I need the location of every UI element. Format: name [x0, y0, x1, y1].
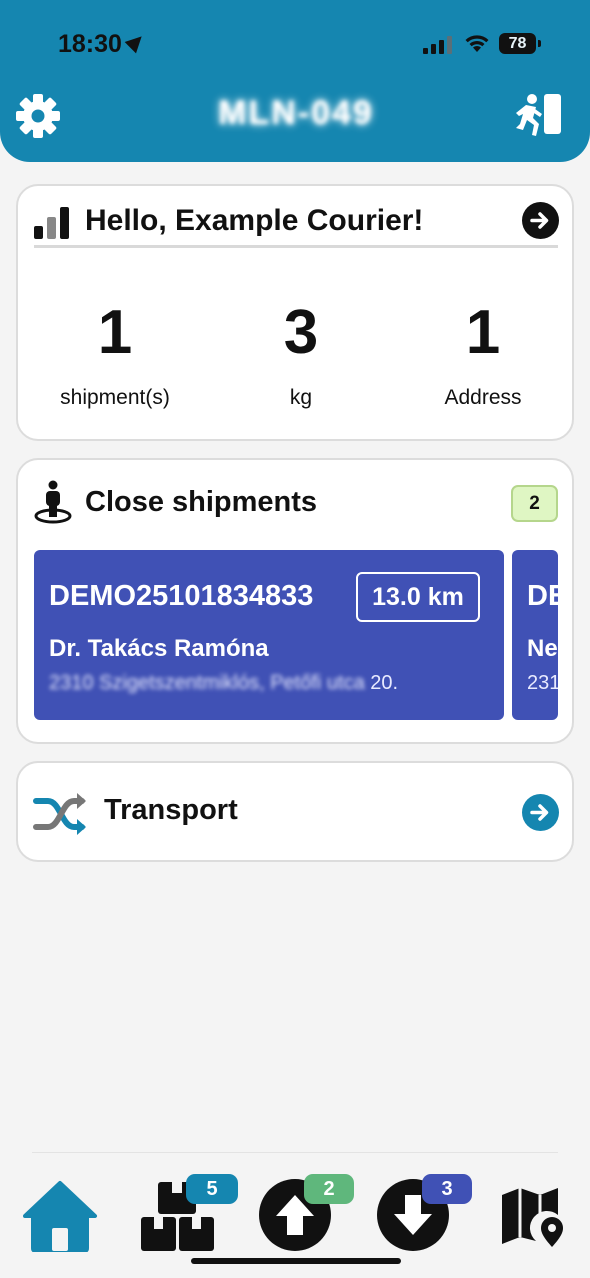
shipment-card[interactable]: DE Ne 231 — [512, 550, 558, 720]
greeting-title: Hello, Example Courier! — [85, 204, 424, 237]
person-location-icon — [34, 480, 72, 524]
address-redacted: 2310 Szigetszentmiklós, Petőfi utca — [49, 672, 365, 694]
status-time-text: 18:30 — [58, 30, 122, 58]
address-number: 20. — [370, 672, 399, 694]
stat-addresses: 1 Address — [393, 300, 573, 410]
stat-value: 3 — [283, 298, 319, 367]
stat-label: shipment(s) — [60, 386, 170, 409]
shipment-distance: 13.0 km — [356, 572, 480, 622]
stat-label: Address — [444, 386, 522, 409]
location-arrow-icon — [124, 30, 148, 54]
shipment-card[interactable]: DEMO25101834833 13.0 km Dr. Takács Ramón… — [34, 550, 504, 720]
close-shipments-count-badge: 2 — [511, 485, 558, 522]
close-shipments-card: Close shipments 2 DEMO25101834833 13.0 k… — [16, 458, 574, 744]
arrow-right-icon — [530, 212, 549, 229]
home-icon[interactable] — [22, 1180, 98, 1252]
stat-value: 1 — [97, 298, 133, 367]
stat-value: 1 — [465, 298, 501, 367]
shipment-address: 2310 Szigetszentmiklós, Petőfi utca 20. — [49, 672, 398, 695]
transport-arrow-button[interactable] — [522, 794, 559, 831]
wifi-icon — [465, 35, 489, 52]
arrow-right-icon — [530, 804, 549, 821]
stat-label: kg — [289, 386, 313, 409]
bar-chart-icon — [34, 205, 72, 239]
stat-shipments: 1 shipment(s) — [25, 300, 205, 410]
map-pin-icon[interactable] — [500, 1185, 570, 1249]
cellular-signal-icon — [423, 36, 453, 54]
delivery-count-badge: 3 — [422, 1174, 472, 1204]
packages-count-badge: 5 — [186, 1174, 238, 1204]
vehicle-plate-title: MLN-049 — [218, 94, 374, 132]
exit-running-icon[interactable] — [514, 92, 564, 138]
tab-delivery[interactable]: 3 — [376, 1172, 476, 1254]
close-shipments-title: Close shipments — [85, 486, 318, 518]
transport-card[interactable]: Transport — [16, 761, 574, 862]
pickup-count-badge: 2 — [304, 1174, 354, 1204]
recipient-name: Dr. Takács Ramóna — [49, 635, 269, 662]
shipment-id: DE — [527, 580, 558, 612]
summary-divider — [34, 245, 558, 248]
app-header: 18:30 78 MLN-049 — [0, 0, 590, 162]
gear-icon[interactable] — [14, 92, 62, 140]
battery-indicator: 78 — [499, 33, 541, 54]
tab-pickup[interactable]: 2 — [258, 1172, 358, 1254]
home-indicator — [191, 1258, 401, 1264]
summary-card: Hello, Example Courier! 1 shipment(s) 3 … — [16, 184, 574, 441]
shuffle-icon — [33, 793, 86, 835]
tabbar-divider — [32, 1152, 558, 1153]
shipment-id: DEMO25101834833 — [49, 580, 314, 612]
summary-arrow-button[interactable] — [522, 202, 559, 239]
stat-weight: 3 kg — [211, 300, 391, 410]
shipment-address: 231 — [527, 672, 558, 694]
status-time: 18:30 — [58, 30, 148, 59]
transport-title: Transport — [104, 794, 238, 826]
tab-packages[interactable]: 5 — [140, 1172, 240, 1254]
recipient-name: Ne — [527, 635, 558, 662]
